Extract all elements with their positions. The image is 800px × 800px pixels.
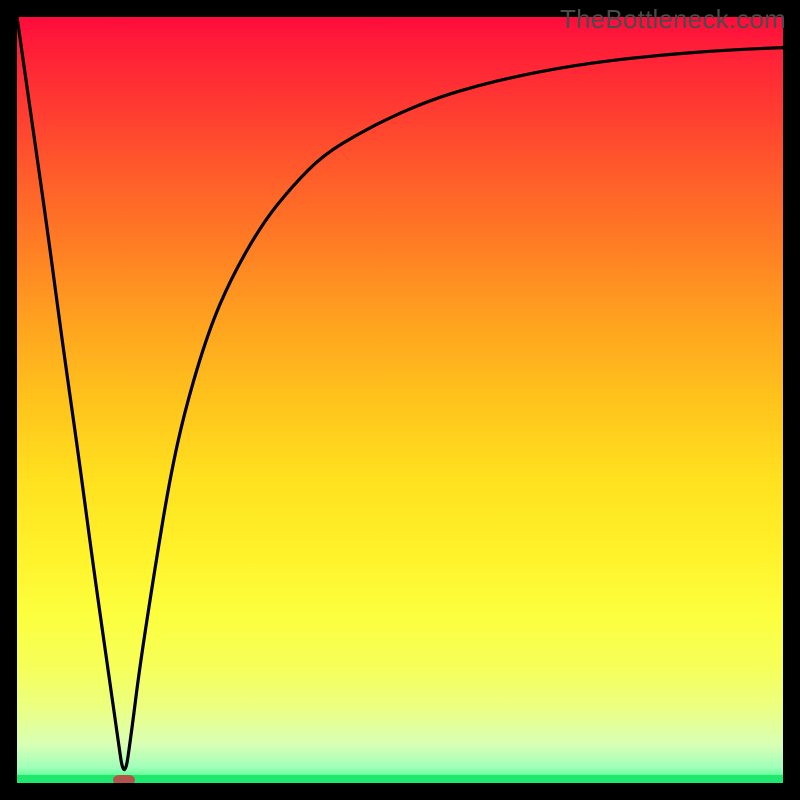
minimum-marker [113,775,135,783]
plot-area [17,17,783,783]
watermark-text: TheBottleneck.com [560,4,786,35]
bottleneck-curve [17,17,783,783]
chart-frame: TheBottleneck.com [0,0,800,800]
